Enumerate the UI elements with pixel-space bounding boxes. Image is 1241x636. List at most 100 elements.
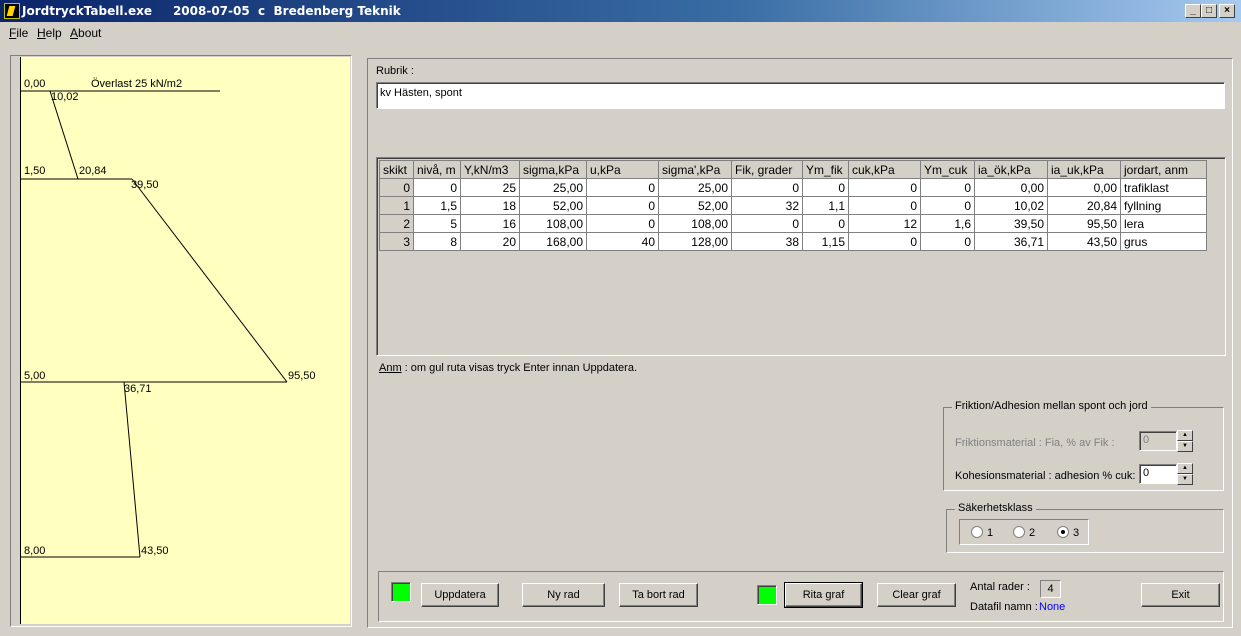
- row-count-value: 4: [1040, 580, 1061, 598]
- data-file-label: Datafil namn :: [970, 601, 1038, 613]
- table-cell[interactable]: 5: [413, 214, 461, 233]
- column-header[interactable]: Fik, grader: [731, 160, 803, 179]
- table-cell[interactable]: 95,50: [1047, 214, 1121, 233]
- safety-option-2[interactable]: 2: [1013, 526, 1035, 539]
- graph-status-indicator: [757, 585, 777, 605]
- table-cell[interactable]: 39,50: [974, 214, 1048, 233]
- exit-button[interactable]: Exit: [1141, 583, 1220, 607]
- close-button[interactable]: ×: [1219, 4, 1235, 18]
- table-cell[interactable]: 0: [586, 196, 659, 215]
- row-header-cell[interactable]: 3: [379, 232, 414, 251]
- delete-row-button[interactable]: Ta bort rad: [619, 583, 698, 607]
- cohesion-input[interactable]: 0: [1139, 464, 1177, 484]
- table-cell[interactable]: 0: [920, 178, 975, 197]
- table-cell[interactable]: 0,00: [1047, 178, 1121, 197]
- table-cell[interactable]: 16: [460, 214, 520, 233]
- friction-group-title: Friktion/Adhesion mellan spont och jord: [952, 400, 1151, 412]
- clear-graph-button[interactable]: Clear graf: [877, 583, 956, 607]
- table-cell[interactable]: 0: [731, 178, 803, 197]
- update-button[interactable]: Uppdatera: [421, 583, 499, 607]
- table-cell[interactable]: fyllning: [1120, 196, 1207, 215]
- column-header[interactable]: ia_ök,kPa: [974, 160, 1048, 179]
- minimize-button[interactable]: _: [1185, 4, 1201, 18]
- safety-option-label: 1: [987, 527, 994, 539]
- table-cell[interactable]: 168,00: [519, 232, 587, 251]
- column-header[interactable]: Ym_cuk: [920, 160, 975, 179]
- table-cell[interactable]: 0: [731, 214, 803, 233]
- column-header[interactable]: sigma,kPa: [519, 160, 587, 179]
- cohesion-spinner[interactable]: ▲ ▼: [1177, 463, 1193, 485]
- menu-file[interactable]: File: [9, 26, 28, 40]
- column-header[interactable]: jordart, anm: [1120, 160, 1207, 179]
- table-cell[interactable]: 0: [586, 178, 659, 197]
- app-icon[interactable]: [4, 3, 20, 19]
- safety-option-1[interactable]: 1: [971, 526, 993, 539]
- table-cell[interactable]: 25,00: [658, 178, 732, 197]
- menu-about[interactable]: About: [70, 26, 101, 40]
- column-header[interactable]: nivå, m: [413, 160, 461, 179]
- menu-help[interactable]: Help: [37, 26, 62, 40]
- row-header-cell[interactable]: 0: [379, 178, 414, 197]
- table-cell[interactable]: 0: [848, 196, 921, 215]
- table-cell[interactable]: 0,00: [974, 178, 1048, 197]
- column-header[interactable]: sigma',kPa: [658, 160, 732, 179]
- table-cell[interactable]: 8: [413, 232, 461, 251]
- table-cell[interactable]: 0: [802, 214, 849, 233]
- table-cell[interactable]: 1,5: [413, 196, 461, 215]
- column-header[interactable]: ia_uk,kPa: [1047, 160, 1121, 179]
- row-header-cell[interactable]: 2: [379, 214, 414, 233]
- table-cell[interactable]: 0: [802, 178, 849, 197]
- table-cell[interactable]: 1,15: [802, 232, 849, 251]
- pressure-label: 43,50: [141, 545, 169, 557]
- table-cell[interactable]: 25: [460, 178, 520, 197]
- table-cell[interactable]: 43,50: [1047, 232, 1121, 251]
- draw-graph-button[interactable]: Rita graf: [784, 582, 863, 608]
- table-cell[interactable]: 52,00: [519, 196, 587, 215]
- table-cell[interactable]: 18: [460, 196, 520, 215]
- column-header[interactable]: Y,kN/m3: [460, 160, 520, 179]
- cohesion-label: Kohesionsmaterial : adhesion % cuk:: [955, 470, 1136, 482]
- table-cell[interactable]: 38: [731, 232, 803, 251]
- spin-up-icon[interactable]: ▲: [1177, 463, 1193, 474]
- friction-spinner[interactable]: ▲ ▼: [1177, 430, 1193, 452]
- table-cell[interactable]: 128,00: [658, 232, 732, 251]
- table-cell[interactable]: 1,6: [920, 214, 975, 233]
- column-header[interactable]: skikt: [379, 160, 414, 179]
- table-cell[interactable]: 0: [413, 178, 461, 197]
- spin-up-icon[interactable]: ▲: [1177, 430, 1193, 441]
- table-cell[interactable]: 40: [586, 232, 659, 251]
- safety-option-3[interactable]: 3: [1057, 526, 1079, 539]
- maximize-button[interactable]: □: [1201, 4, 1217, 18]
- table-cell[interactable]: 0: [848, 232, 921, 251]
- table-cell[interactable]: 36,71: [974, 232, 1048, 251]
- spin-down-icon[interactable]: ▼: [1177, 441, 1193, 452]
- rubrik-input[interactable]: kv Hästen, spont: [376, 82, 1225, 109]
- pressure-label: 39,50: [131, 179, 159, 191]
- spin-down-icon[interactable]: ▼: [1177, 474, 1193, 485]
- table-cell[interactable]: 20,84: [1047, 196, 1121, 215]
- enter-note: Anm : om gul ruta visas tryck Enter inna…: [379, 362, 637, 374]
- table-cell[interactable]: trafiklast: [1120, 178, 1207, 197]
- table-cell[interactable]: grus: [1120, 232, 1207, 251]
- table-cell[interactable]: 32: [731, 196, 803, 215]
- table-cell[interactable]: 0: [920, 196, 975, 215]
- new-row-button[interactable]: Ny rad: [522, 583, 605, 607]
- column-header[interactable]: u,kPa: [586, 160, 659, 179]
- table-cell[interactable]: 12: [848, 214, 921, 233]
- table-cell[interactable]: lera: [1120, 214, 1207, 233]
- column-header[interactable]: Ym_fik: [802, 160, 849, 179]
- table-cell[interactable]: 0: [848, 178, 921, 197]
- table-cell[interactable]: 20: [460, 232, 520, 251]
- column-header[interactable]: cuk,kPa: [848, 160, 921, 179]
- table-cell[interactable]: 0: [586, 214, 659, 233]
- table-cell[interactable]: 0: [920, 232, 975, 251]
- table-cell[interactable]: 25,00: [519, 178, 587, 197]
- row-header-cell[interactable]: 1: [379, 196, 414, 215]
- table-cell[interactable]: 1,1: [802, 196, 849, 215]
- table-cell[interactable]: 52,00: [658, 196, 732, 215]
- table-cell[interactable]: 108,00: [519, 214, 587, 233]
- table-cell[interactable]: 108,00: [658, 214, 732, 233]
- table-cell[interactable]: 10,02: [974, 196, 1048, 215]
- note-anm: Anm: [379, 362, 402, 374]
- friction-input[interactable]: 0: [1139, 431, 1177, 451]
